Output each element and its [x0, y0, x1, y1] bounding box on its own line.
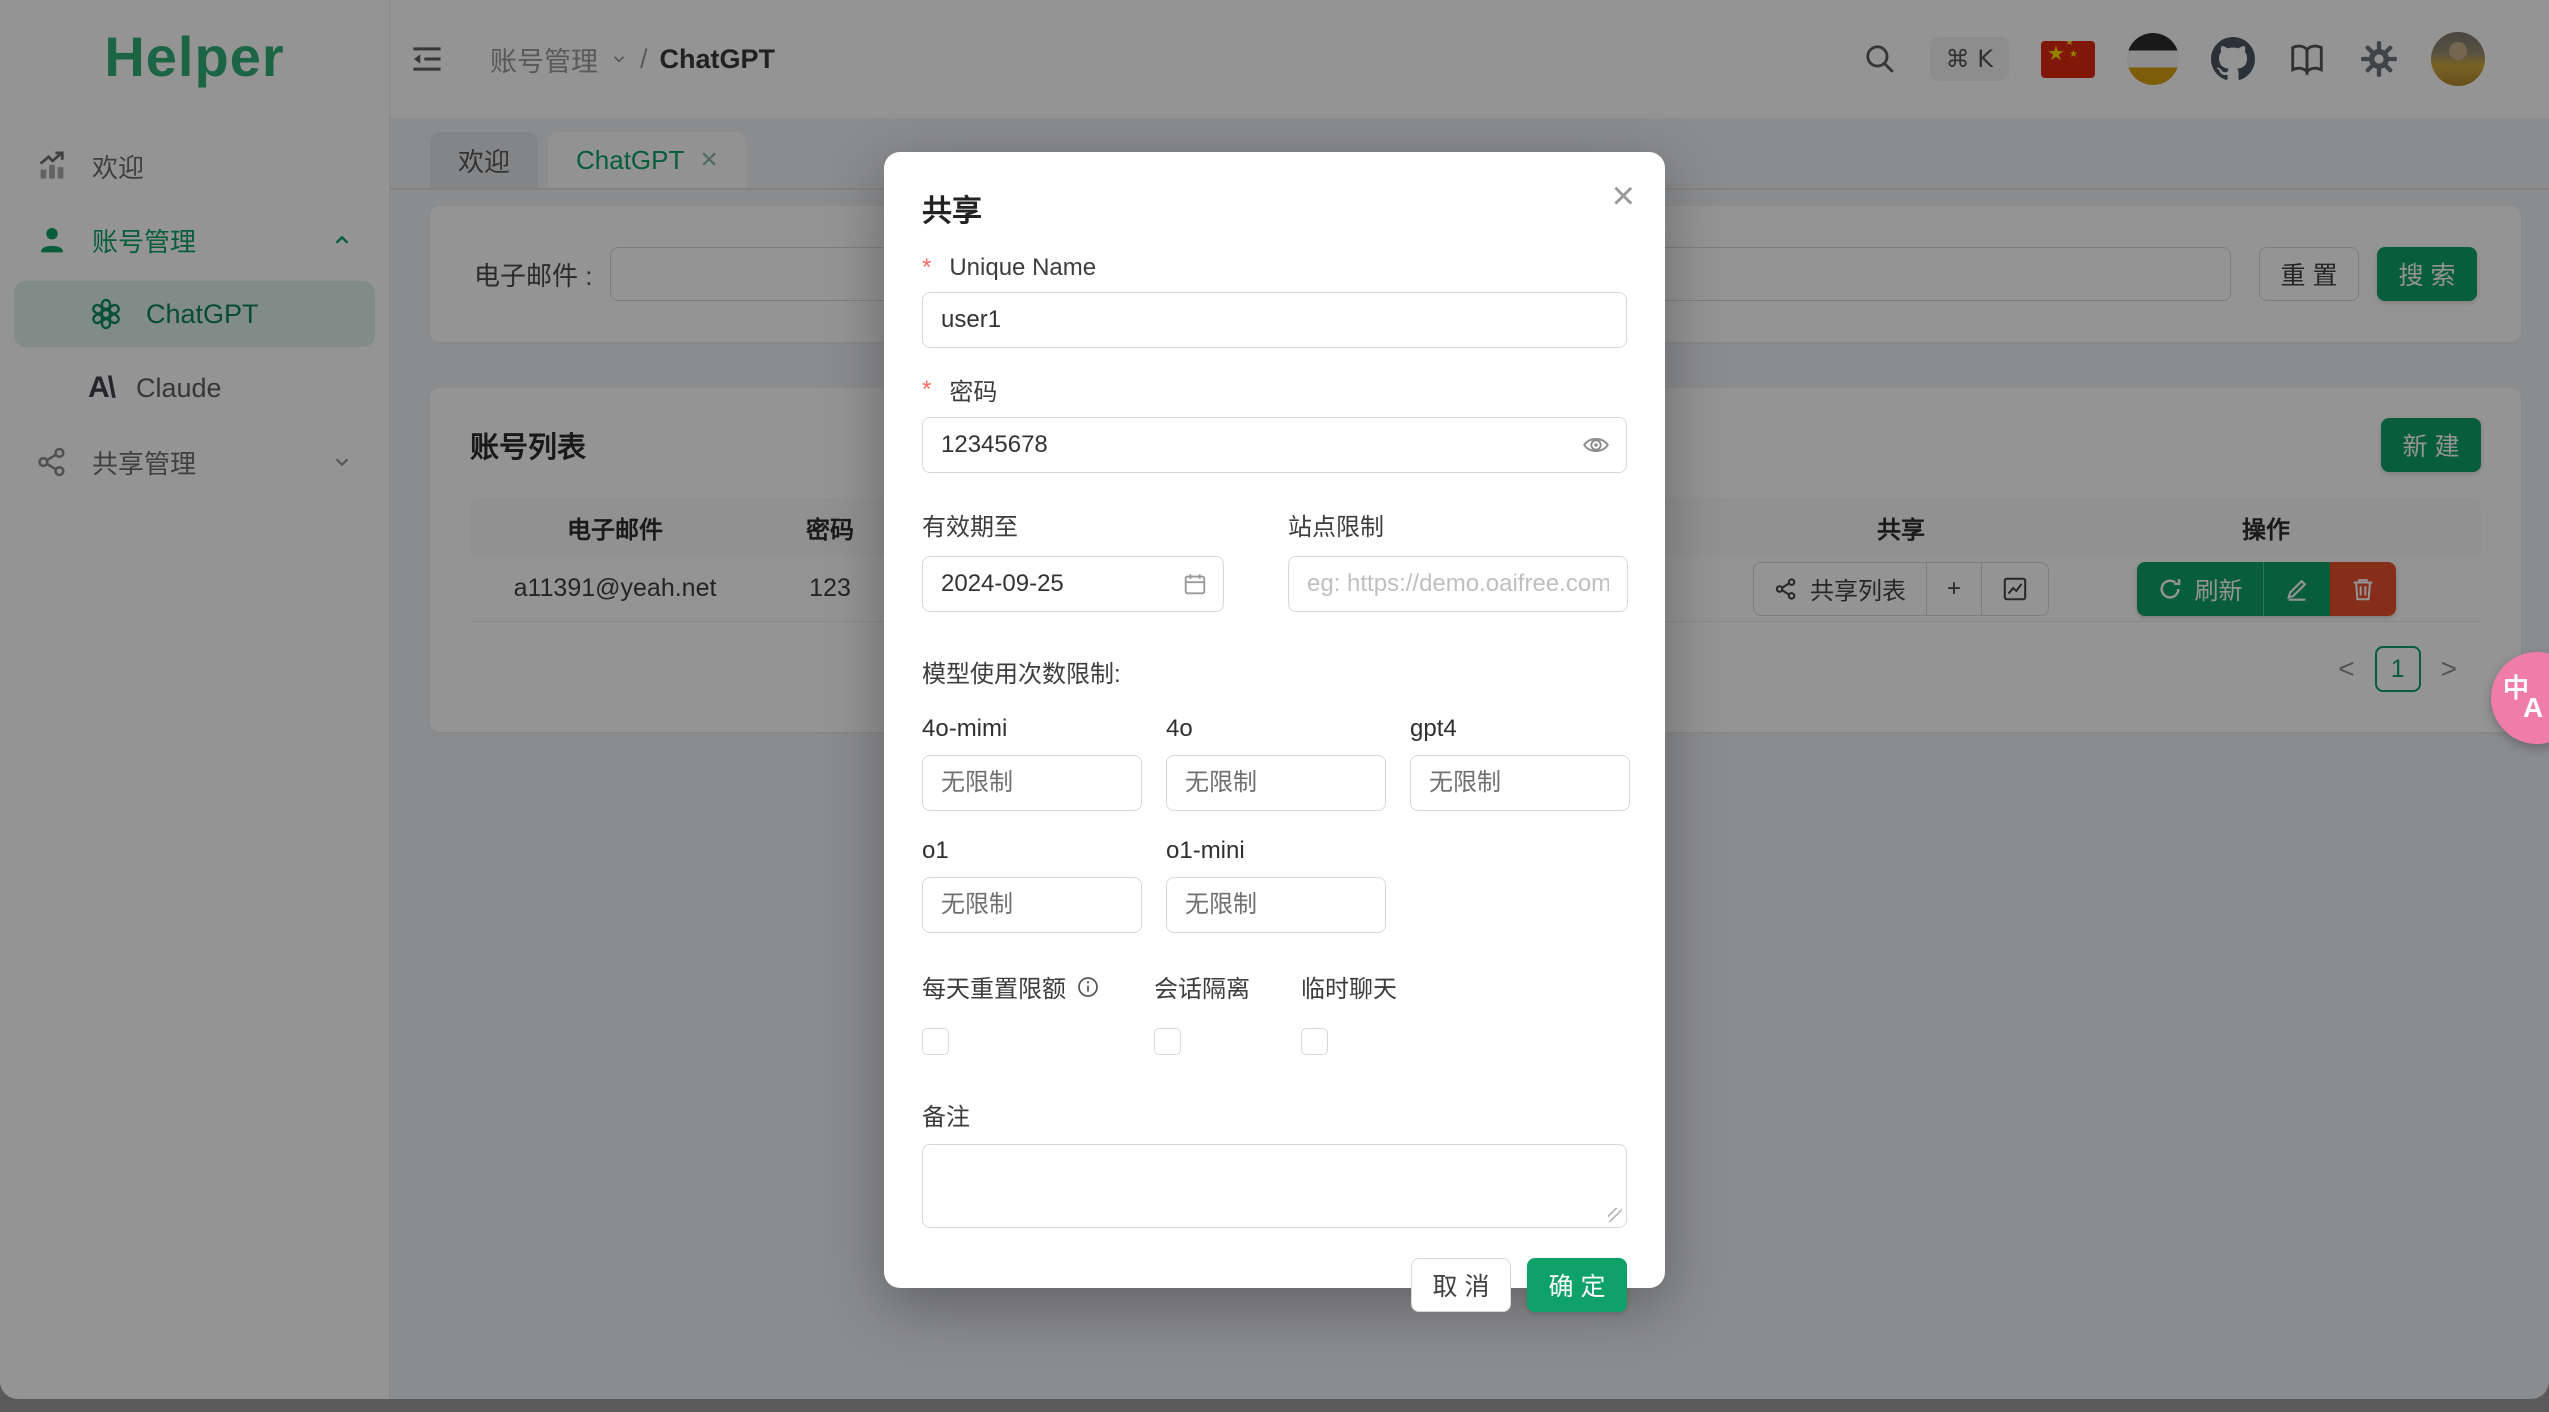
modal-footer: 取 消 确 定 — [922, 1258, 1627, 1312]
app-root: Helper 欢迎 账号管理 ChatGPT A\ Claude 共享管理 账号… — [0, 0, 2549, 1412]
valid-until-field: 有效期至 — [922, 507, 1224, 612]
resize-handle-icon[interactable] — [1608, 1208, 1622, 1222]
model-label: o1-mini — [1166, 837, 1245, 864]
model-field-4o: 4o — [1166, 689, 1386, 811]
site-limit-label: 站点限制 — [1288, 514, 1384, 541]
unique-name-input[interactable] — [922, 292, 1627, 348]
confirm-button[interactable]: 确 定 — [1527, 1258, 1627, 1312]
model-limit-input-gpt4[interactable] — [1410, 755, 1630, 811]
daily-reset-field: 每天重置限额 — [922, 969, 1154, 1055]
model-limit-input-4o-mimi[interactable] — [922, 755, 1142, 811]
info-icon[interactable] — [1076, 975, 1100, 999]
model-field-o1: o1 — [922, 811, 1142, 933]
remark-label: 备注 — [922, 1104, 970, 1131]
modal-title: 共享 — [922, 195, 982, 228]
share-modal: × 共享 Unique Name 密码 有效期至 站点限制 — [884, 152, 1665, 1312]
temporary-chat-label: 临时聊天 — [1301, 976, 1397, 1003]
temporary-chat-field: 临时聊天 — [1301, 969, 1627, 1055]
checkbox-row: 每天重置限额 会话隔离 临时聊天 — [922, 969, 1627, 1055]
session-isolation-field: 会话隔离 — [1154, 969, 1301, 1055]
valid-until-label: 有效期至 — [922, 514, 1018, 541]
site-limit-input[interactable] — [1288, 556, 1628, 612]
model-field-gpt4: gpt4 — [1410, 689, 1630, 811]
date-site-row: 有效期至 站点限制 — [922, 507, 1628, 612]
password-input[interactable] — [922, 417, 1627, 473]
temporary-chat-checkbox[interactable] — [1301, 1028, 1328, 1055]
model-field-4o-mimi: 4o-mimi — [922, 689, 1142, 811]
unique-name-label: Unique Name — [922, 254, 1627, 282]
model-label: 4o-mimi — [922, 715, 1008, 742]
model-limit-input-o1[interactable] — [922, 877, 1142, 933]
model-label: gpt4 — [1410, 715, 1457, 742]
model-label: 4o — [1166, 715, 1193, 742]
daily-reset-label: 每天重置限额 — [922, 969, 1154, 1004]
model-limit-input-o1-mini[interactable] — [1166, 877, 1386, 933]
models-grid: 4o-mimi 4o gpt4 o1 o1-mini — [922, 689, 1630, 933]
password-label: 密码 — [922, 372, 1627, 407]
models-title: 模型使用次数限制: — [922, 661, 1121, 688]
date-input-wrap — [922, 556, 1224, 612]
session-isolation-label: 会话隔离 — [1154, 976, 1250, 1003]
eye-icon[interactable] — [1581, 430, 1611, 460]
remark-textarea[interactable] — [922, 1144, 1627, 1228]
site-limit-field: 站点限制 — [1288, 507, 1628, 612]
password-field — [922, 417, 1627, 473]
remark-field — [922, 1144, 1627, 1228]
model-label: o1 — [922, 837, 949, 864]
translate-icon-latin: A — [2523, 692, 2544, 723]
valid-until-input[interactable] — [922, 556, 1224, 612]
model-field-o1-mini: o1-mini — [1166, 811, 1386, 933]
checkbox-label: 每天重置限额 — [922, 976, 1066, 1003]
daily-reset-checkbox[interactable] — [922, 1028, 949, 1055]
cancel-button[interactable]: 取 消 — [1411, 1258, 1511, 1312]
model-limit-input-4o[interactable] — [1166, 755, 1386, 811]
close-icon[interactable]: × — [1612, 176, 1635, 216]
session-isolation-checkbox[interactable] — [1154, 1028, 1181, 1055]
calendar-icon[interactable] — [1182, 571, 1208, 597]
